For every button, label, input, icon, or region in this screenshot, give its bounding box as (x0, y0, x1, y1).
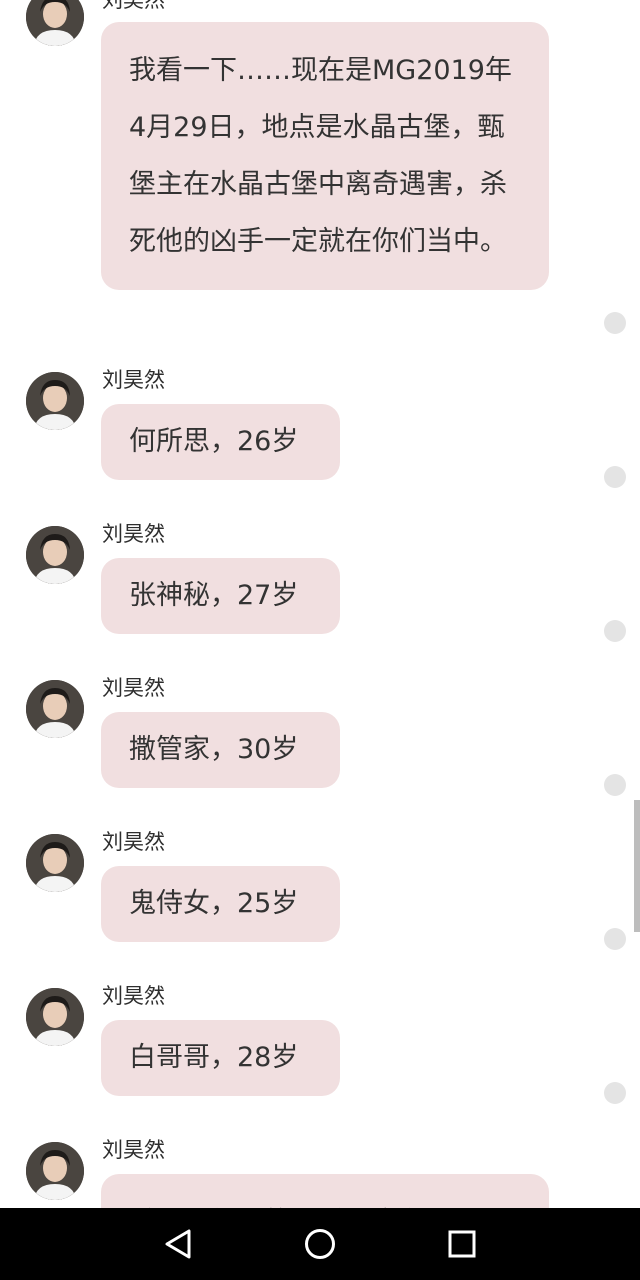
message-bubble[interactable]: 我看一下……现在是MG2019年4月29日，地点是水晶古堡，甄堡主在水晶古堡中离… (101, 22, 549, 290)
message-bubble[interactable]: 白哥哥，28岁 (101, 1020, 340, 1096)
scrollbar-thumb[interactable] (634, 800, 640, 932)
system-navigation-bar (0, 1208, 640, 1280)
message-bubble[interactable]: 杀死甄堡主的凶手一定在你们 (101, 1174, 549, 1208)
sender-name: 刘昊然 (102, 1138, 165, 1162)
avatar[interactable] (26, 680, 84, 738)
sender-name: 刘昊然 (102, 676, 165, 700)
sender-name: 刘昊然 (102, 0, 165, 12)
read-indicator-dot (604, 1082, 626, 1104)
avatar[interactable] (26, 0, 84, 46)
read-indicator-dot (604, 620, 626, 642)
avatar[interactable] (26, 834, 84, 892)
avatar[interactable] (26, 526, 84, 584)
avatar[interactable] (26, 1142, 84, 1200)
read-indicator-dot (604, 466, 626, 488)
back-button[interactable] (158, 1224, 198, 1264)
message-bubble[interactable]: 鬼侍女，25岁 (101, 866, 340, 942)
avatar[interactable] (26, 372, 84, 430)
home-circle-icon (305, 1229, 335, 1259)
avatar[interactable] (26, 988, 84, 1046)
recents-button[interactable] (442, 1224, 482, 1264)
message-bubble[interactable]: 张神秘，27岁 (101, 558, 340, 634)
sender-name: 刘昊然 (102, 830, 165, 854)
sender-name: 刘昊然 (102, 984, 165, 1008)
read-indicator-dot (604, 312, 626, 334)
chat-screen: 刘昊然 我看一下……现在是MG2019年4月29日，地点是水晶古堡，甄堡主在水晶… (0, 0, 640, 1280)
message-bubble[interactable]: 撒管家，30岁 (101, 712, 340, 788)
sender-name: 刘昊然 (102, 368, 165, 392)
back-triangle-icon (165, 1229, 191, 1259)
read-indicator-dot (604, 774, 626, 796)
message-bubble[interactable]: 何所思，26岁 (101, 404, 340, 480)
sender-name: 刘昊然 (102, 522, 165, 546)
read-indicator-dot (604, 928, 626, 950)
chat-message-list[interactable]: 刘昊然 我看一下……现在是MG2019年4月29日，地点是水晶古堡，甄堡主在水晶… (0, 0, 640, 1208)
home-button[interactable] (300, 1224, 340, 1264)
recents-square-icon (448, 1230, 476, 1258)
